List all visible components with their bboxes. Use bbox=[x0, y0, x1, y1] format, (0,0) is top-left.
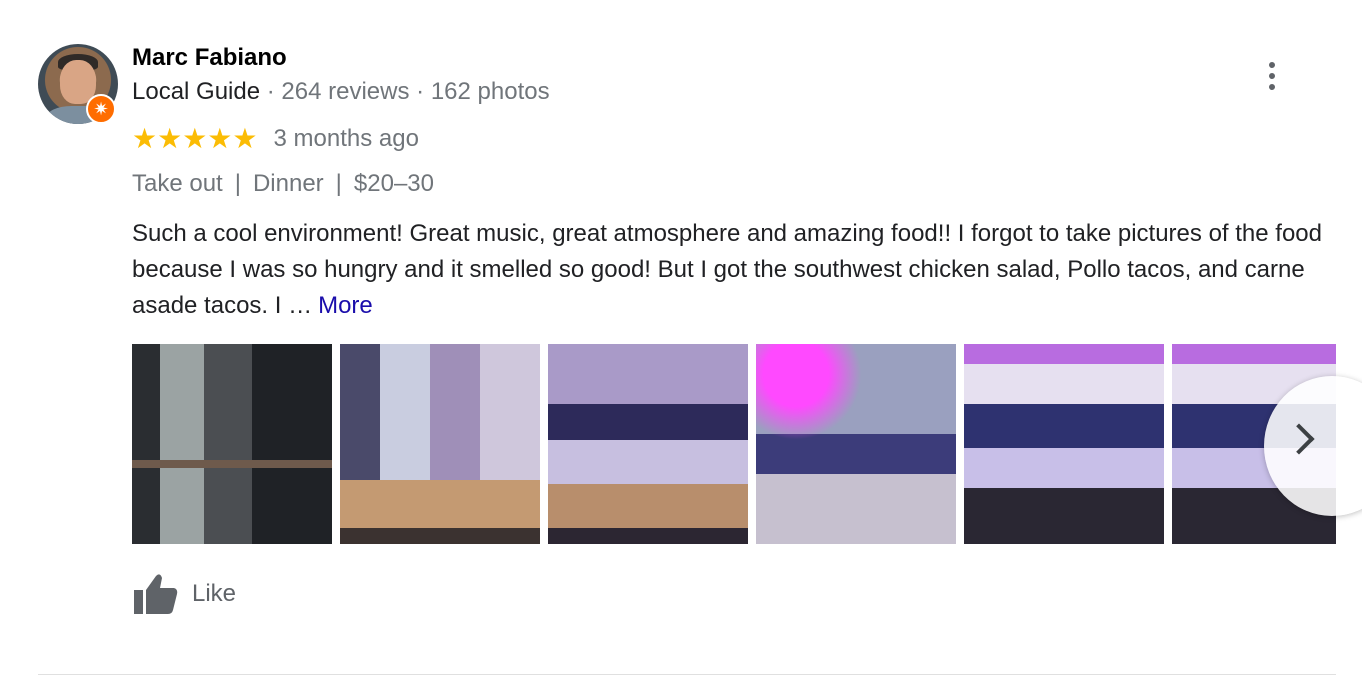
review-attributes: Take out | Dinner | $20–30 bbox=[132, 170, 434, 198]
attribute-separator: | bbox=[335, 170, 342, 197]
like-label: Like bbox=[192, 580, 237, 607]
attribute-separator: | bbox=[234, 170, 241, 197]
menu-dot bbox=[1269, 84, 1275, 90]
more-link[interactable]: More bbox=[318, 292, 373, 319]
rating-row: ★★★★★ 3 months ago bbox=[132, 124, 419, 154]
review-photo-4[interactable] bbox=[756, 344, 956, 544]
reviewer-meta: Local Guide · 264 reviews · 162 photos bbox=[132, 78, 550, 106]
meta-separator: · bbox=[409, 78, 431, 105]
reviews-count: 264 reviews bbox=[281, 78, 410, 105]
review-body: Such a cool environment! Great music, gr… bbox=[132, 220, 1322, 319]
menu-dot bbox=[1269, 73, 1275, 79]
attribute-service: Take out bbox=[132, 170, 223, 197]
review-photo-3[interactable] bbox=[548, 344, 748, 544]
menu-dot bbox=[1269, 62, 1275, 68]
review-photo-1[interactable] bbox=[132, 344, 332, 544]
thumbs-up-icon bbox=[134, 574, 178, 614]
photos-count: 162 photos bbox=[430, 78, 550, 105]
reviewer-name[interactable]: Marc Fabiano bbox=[132, 44, 287, 72]
attribute-meal: Dinner bbox=[252, 170, 324, 197]
review-text: Such a cool environment! Great music, gr… bbox=[132, 216, 1332, 324]
chevron-right-icon bbox=[1283, 423, 1315, 455]
review-divider bbox=[38, 674, 1336, 675]
local-guide-badge-icon: ✷ bbox=[86, 94, 116, 124]
photo-strip bbox=[132, 344, 1336, 544]
star-rating: ★★★★★ bbox=[132, 123, 258, 154]
local-guide-label: Local Guide bbox=[132, 78, 261, 105]
review-photo-5[interactable] bbox=[964, 344, 1164, 544]
meta-separator: · bbox=[260, 78, 282, 105]
attribute-price: $20–30 bbox=[353, 170, 434, 197]
review-time: 3 months ago bbox=[273, 125, 419, 152]
more-vert-icon[interactable] bbox=[1258, 58, 1286, 94]
review-photo-2[interactable] bbox=[340, 344, 540, 544]
like-button[interactable]: Like bbox=[132, 572, 236, 616]
